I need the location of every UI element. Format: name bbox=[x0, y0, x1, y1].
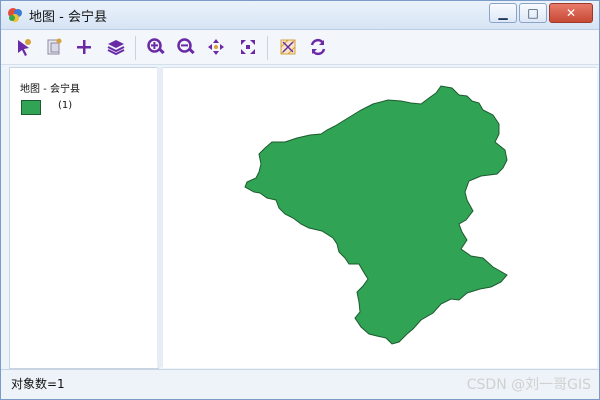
toolbar-separator bbox=[135, 36, 136, 60]
pan-icon bbox=[208, 39, 224, 55]
status-bar: 对象数=1 CSDN @刘一哥GIS bbox=[1, 369, 599, 399]
minimize-button[interactable]: ▁ bbox=[489, 3, 517, 23]
window-controls: ▁ □ ✕ bbox=[489, 3, 593, 23]
legend-panel: 地图 - 会宁县 (1) bbox=[9, 67, 159, 369]
zoom-out-icon bbox=[177, 38, 195, 55]
select-button[interactable] bbox=[13, 36, 35, 58]
pan-button[interactable] bbox=[205, 36, 227, 58]
toolbar-separator bbox=[267, 36, 268, 60]
zoom-in-button[interactable] bbox=[145, 36, 167, 58]
select-icon bbox=[18, 39, 31, 56]
full-extent-icon bbox=[241, 40, 255, 54]
clear-selection-icon bbox=[280, 39, 296, 55]
watermark-text: CSDN @刘一哥GIS bbox=[466, 377, 591, 393]
map-window: 地图 - 会宁县 ▁ □ ✕ 地图 - 会宁县 (1) 对象数=1 CSDN @… bbox=[0, 0, 600, 400]
plus-icon bbox=[77, 40, 91, 54]
identify-icon bbox=[47, 38, 62, 55]
refresh-icon bbox=[310, 38, 326, 56]
zoom-out-button[interactable] bbox=[175, 36, 197, 58]
identify-button[interactable] bbox=[43, 36, 65, 58]
legend-swatch bbox=[21, 100, 41, 115]
map-canvas[interactable] bbox=[163, 67, 597, 368]
app-icon bbox=[8, 8, 22, 22]
add-button[interactable] bbox=[73, 36, 95, 58]
title-bar[interactable]: 地图 - 会宁县 ▁ □ ✕ bbox=[1, 1, 599, 30]
close-button[interactable]: ✕ bbox=[549, 3, 593, 23]
toolbar bbox=[1, 30, 599, 65]
status-object-count: 对象数=1 bbox=[11, 377, 65, 391]
full-extent-button[interactable] bbox=[237, 36, 259, 58]
map-svg bbox=[244, 85, 508, 345]
clear-selection-button[interactable] bbox=[277, 36, 299, 58]
county-polygon[interactable] bbox=[244, 85, 508, 345]
layers-button[interactable] bbox=[105, 36, 127, 58]
refresh-button[interactable] bbox=[307, 36, 329, 58]
legend-title: 地图 - 会宁县 bbox=[20, 84, 80, 95]
layers-icon bbox=[107, 40, 125, 56]
legend-item-label: (1) bbox=[58, 100, 73, 111]
maximize-button[interactable]: □ bbox=[519, 3, 547, 23]
window-title: 地图 - 会宁县 bbox=[29, 10, 107, 25]
zoom-in-icon bbox=[147, 38, 165, 55]
